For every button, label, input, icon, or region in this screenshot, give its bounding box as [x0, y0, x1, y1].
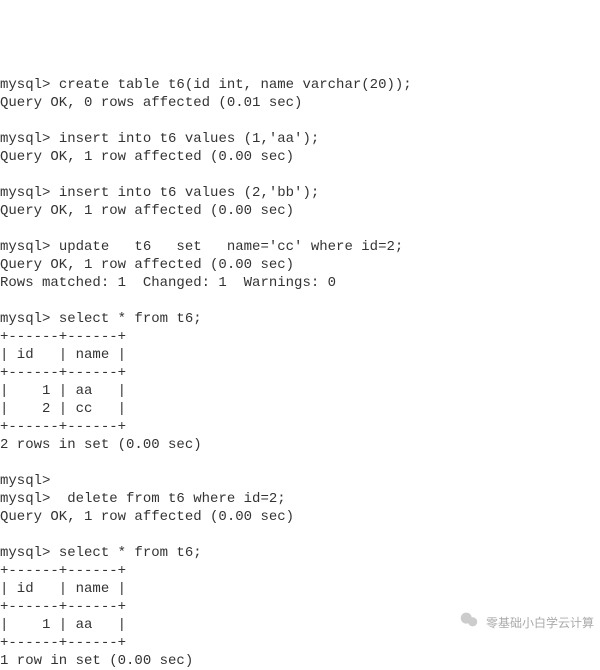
- response-rows-in-set: 1 row in set (0.00 sec): [0, 653, 193, 669]
- sql-select: select * from t6;: [59, 545, 202, 561]
- table-border: +------+------+: [0, 599, 126, 615]
- sql-delete: delete from t6 where id=2;: [59, 491, 286, 507]
- watermark-text: 零基础小白学云计算: [486, 614, 594, 632]
- prompt: mysql>: [0, 545, 59, 561]
- wechat-icon: [458, 609, 480, 636]
- prompt: mysql>: [0, 473, 59, 489]
- table-row: | 1 | aa |: [0, 617, 126, 633]
- response-ok: Query OK, 1 row affected (0.00 sec): [0, 509, 294, 525]
- prompt: mysql>: [0, 491, 59, 507]
- table-border: +------+------+: [0, 365, 126, 381]
- response-ok: Query OK, 1 row affected (0.00 sec): [0, 257, 294, 273]
- sql-select: select * from t6;: [59, 311, 202, 327]
- table-header: | id | name |: [0, 581, 126, 597]
- table-border: +------+------+: [0, 329, 126, 345]
- response-ok: Query OK, 1 row affected (0.00 sec): [0, 149, 294, 165]
- sql-create-table: create table t6(id int, name varchar(20)…: [59, 77, 412, 93]
- response-ok: Query OK, 1 row affected (0.00 sec): [0, 203, 294, 219]
- response-rows-matched: Rows matched: 1 Changed: 1 Warnings: 0: [0, 275, 336, 291]
- sql-insert: insert into t6 values (2,'bb');: [59, 185, 319, 201]
- watermark: 零基础小白学云计算: [458, 609, 594, 636]
- response-rows-in-set: 2 rows in set (0.00 sec): [0, 437, 202, 453]
- table-border: +------+------+: [0, 563, 126, 579]
- prompt: mysql>: [0, 77, 59, 93]
- sql-insert: insert into t6 values (1,'aa');: [59, 131, 319, 147]
- prompt: mysql>: [0, 239, 59, 255]
- prompt: mysql>: [0, 185, 59, 201]
- prompt: mysql>: [0, 311, 59, 327]
- prompt: mysql>: [0, 131, 59, 147]
- sql-update: update t6 set name='cc' where id=2;: [59, 239, 403, 255]
- response-ok: Query OK, 0 rows affected (0.01 sec): [0, 95, 302, 111]
- table-row: | 1 | aa |: [0, 383, 126, 399]
- table-row: | 2 | cc |: [0, 401, 126, 417]
- table-border: +------+------+: [0, 419, 126, 435]
- table-border: +------+------+: [0, 635, 126, 651]
- table-header: | id | name |: [0, 347, 126, 363]
